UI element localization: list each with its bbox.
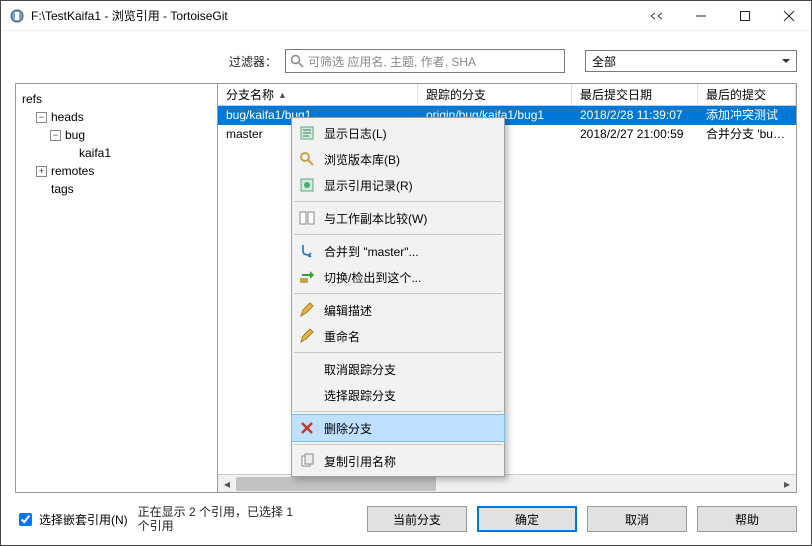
menu-item-label: 编辑描述 bbox=[324, 302, 372, 319]
help-button[interactable]: 帮助 bbox=[697, 506, 797, 532]
tree-node[interactable]: + remotes bbox=[22, 162, 211, 180]
column-last-commit-date[interactable]: 最后提交日期 bbox=[572, 84, 698, 105]
menu-item-label: 重命名 bbox=[324, 328, 360, 345]
tree-expander-icon[interactable]: − bbox=[50, 130, 61, 141]
context-menu[interactable]: 显示日志(L) 浏览版本库(B) 显示引用记录(R) 与工作副本比较(W) 合并到 "m… bbox=[291, 117, 505, 477]
cancel-button[interactable]: 取消 bbox=[587, 506, 687, 532]
menu-item[interactable]: 取消跟踪分支 bbox=[292, 356, 504, 382]
menu-item-label: 切换/检出到这个... bbox=[324, 269, 421, 286]
scope-select[interactable]: 全部 bbox=[585, 50, 797, 72]
minimize-button[interactable] bbox=[679, 1, 723, 31]
tree-expander-icon[interactable]: + bbox=[36, 166, 47, 177]
edit-icon bbox=[298, 302, 316, 318]
delete-icon bbox=[298, 420, 316, 436]
filter-placeholder: 可筛选 应用名, 主题, 作者, SHA bbox=[308, 53, 476, 70]
menu-item[interactable]: 与工作副本比较(W) bbox=[292, 205, 504, 231]
menu-item[interactable]: 选择跟踪分支 bbox=[292, 382, 504, 408]
tree-node[interactable]: −bug bbox=[22, 126, 211, 144]
sort-asc-icon: ▲ bbox=[278, 90, 287, 100]
tree-expander-icon[interactable]: − bbox=[36, 112, 47, 123]
cell-last: 合并分支 'bug/k bbox=[698, 125, 796, 144]
filter-bar: 过滤器： 可筛选 应用名, 主题, 作者, SHA 全部 bbox=[1, 31, 811, 83]
switch-icon bbox=[298, 269, 316, 285]
menu-item-label: 取消跟踪分支 bbox=[324, 361, 396, 378]
menu-item[interactable]: 重命名 bbox=[292, 323, 504, 349]
diff-icon bbox=[298, 210, 316, 226]
scope-selected: 全部 bbox=[592, 53, 616, 70]
menu-item[interactable]: 复制引用名称 bbox=[292, 448, 504, 474]
filter-label: 过滤器： bbox=[229, 53, 277, 70]
menu-item-label: 删除分支 bbox=[324, 420, 372, 437]
column-branch-name[interactable]: 分支名称▲ bbox=[218, 84, 418, 105]
nested-refs-input[interactable] bbox=[19, 513, 32, 526]
menu-item-label: 合并到 "master"... bbox=[324, 243, 419, 260]
menu-item-label: 浏览版本库(B) bbox=[324, 151, 400, 168]
tree-node-label: tags bbox=[51, 180, 74, 198]
footer: 选择嵌套引用(N) 正在显示 2 个引用，已选择 1 个引用 当前分支 确定 取… bbox=[1, 499, 811, 545]
copy-icon bbox=[298, 453, 316, 469]
column-headers[interactable]: 分支名称▲ 跟踪的分支 最后提交日期 最后的提交 bbox=[218, 84, 796, 106]
nested-refs-checkbox[interactable]: 选择嵌套引用(N) bbox=[15, 510, 128, 529]
tree-node[interactable]: kaifa1 bbox=[22, 144, 211, 162]
cell-date: 2018/2/28 11:39:07 bbox=[572, 106, 698, 125]
scroll-right-icon[interactable]: ▸ bbox=[778, 477, 796, 491]
search-icon bbox=[290, 54, 304, 68]
window-title: F:\TestKaifa1 - 浏览引用 - TortoiseGit bbox=[31, 7, 635, 24]
titlebar: F:\TestKaifa1 - 浏览引用 - TortoiseGit bbox=[1, 1, 811, 31]
tree-node-label: bug bbox=[65, 126, 85, 144]
tree-node-label: heads bbox=[51, 108, 84, 126]
menu-item[interactable]: 删除分支 bbox=[292, 415, 504, 441]
status-text: 正在显示 2 个引用，已选择 1 个引用 bbox=[138, 505, 308, 533]
menu-item[interactable]: 编辑描述 bbox=[292, 297, 504, 323]
menu-item[interactable]: 合并到 "master"... bbox=[292, 238, 504, 264]
menu-item[interactable]: 浏览版本库(B) bbox=[292, 146, 504, 172]
cell-last: 添加冲突测试 bbox=[698, 106, 796, 125]
tree-node-label: kaifa1 bbox=[79, 144, 111, 162]
close-button[interactable] bbox=[767, 1, 811, 31]
reflog-icon bbox=[298, 177, 316, 193]
tree-root[interactable]: refs bbox=[22, 90, 211, 108]
column-tracked-branch[interactable]: 跟踪的分支 bbox=[418, 84, 572, 105]
scrollbar-thumb[interactable] bbox=[236, 477, 436, 491]
maximize-button[interactable] bbox=[723, 1, 767, 31]
menu-item[interactable]: 显示日志(L) bbox=[292, 120, 504, 146]
menu-item[interactable]: 切换/检出到这个... bbox=[292, 264, 504, 290]
cell-date: 2018/2/27 21:00:59 bbox=[572, 125, 698, 144]
refs-tree[interactable]: refs −heads−bugkaifa1+remotestags bbox=[16, 84, 218, 492]
no-icon bbox=[298, 387, 316, 403]
tree-node-label: remotes bbox=[51, 162, 94, 180]
menu-item-label: 与工作副本比较(W) bbox=[324, 210, 427, 227]
filter-input[interactable]: 可筛选 应用名, 主题, 作者, SHA bbox=[285, 49, 565, 73]
scroll-left-icon[interactable]: ◂ bbox=[218, 477, 236, 491]
no-icon bbox=[298, 361, 316, 377]
ok-button[interactable]: 确定 bbox=[477, 506, 577, 532]
menu-item-label: 显示日志(L) bbox=[324, 125, 387, 142]
tree-node[interactable]: tags bbox=[22, 180, 211, 198]
merge-icon bbox=[298, 243, 316, 259]
app-icon bbox=[9, 8, 25, 24]
current-branch-button[interactable]: 当前分支 bbox=[367, 506, 467, 532]
menu-item-label: 显示引用记录(R) bbox=[324, 177, 413, 194]
menu-item-label: 选择跟踪分支 bbox=[324, 387, 396, 404]
restore-previous-icon[interactable] bbox=[635, 1, 679, 31]
menu-item-label: 复制引用名称 bbox=[324, 453, 396, 470]
menu-item[interactable]: 显示引用记录(R) bbox=[292, 172, 504, 198]
rename-icon bbox=[298, 328, 316, 344]
log-icon bbox=[298, 125, 316, 141]
tree-node[interactable]: −heads bbox=[22, 108, 211, 126]
browse-icon bbox=[298, 151, 316, 167]
column-last-commit[interactable]: 最后的提交 bbox=[698, 84, 796, 105]
